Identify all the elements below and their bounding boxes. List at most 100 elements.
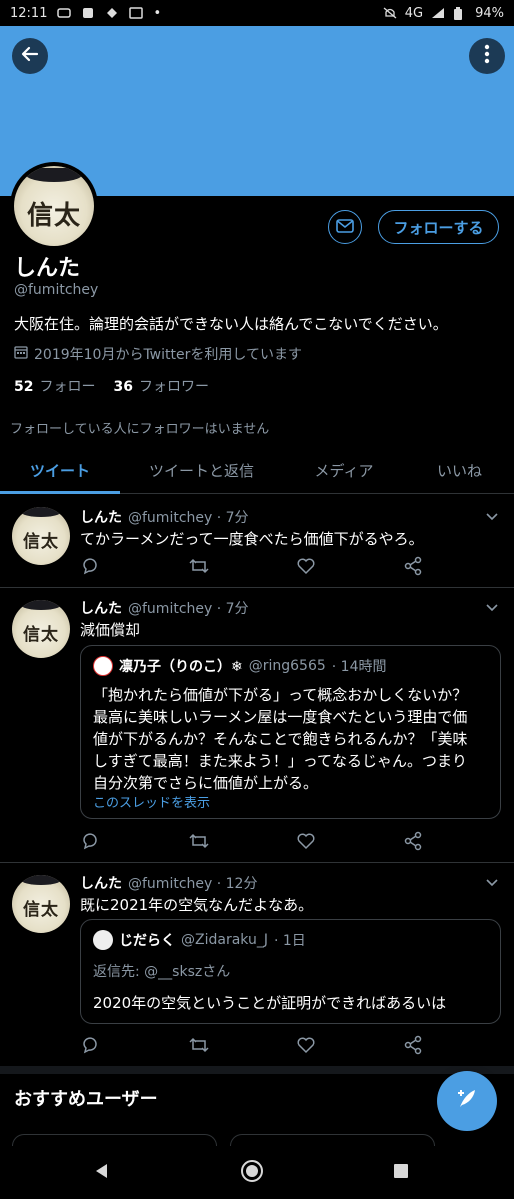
avatar-glyph: 信太 (26, 200, 81, 231)
tab-label: メディア (314, 462, 374, 480)
show-thread-link[interactable]: このスレッドを表示 (93, 792, 210, 811)
compose-icon (454, 1086, 480, 1116)
profile-name: しんた (14, 256, 81, 281)
followers-link[interactable]: 36 フォロワー (113, 376, 208, 396)
tweet-time: · 7分 (216, 510, 249, 526)
tweet[interactable]: 信太 しんた @fumitchey · 12分 既に2021年の空気なんだよなあ。… (0, 863, 514, 1066)
tweet-header: しんた @fumitchey · 12分 (80, 873, 257, 893)
quote-line: しすぎて最高！また来よう！」ってなるじゃん。つまり (93, 752, 467, 770)
tweet-time: · 7分 (216, 601, 249, 617)
quote-line: 「抱かれたら価値が下がる」って概念おかしくないか？ (93, 686, 468, 704)
reply-icon[interactable] (80, 831, 102, 853)
reply-icon[interactable] (80, 556, 102, 578)
notification-icon (105, 7, 119, 19)
nav-home-icon (239, 1158, 265, 1188)
more-vertical-icon (484, 44, 490, 68)
quote-line: 最高に美味しいラーメン屋は一度食べたという理由で価 (93, 708, 468, 726)
followers-label: フォロワー (138, 379, 209, 395)
avatar-glyph: 信太 (23, 899, 59, 920)
tweet-actions (80, 556, 425, 578)
follow-counts: 52 フォロー 36 フォロワー (14, 376, 209, 396)
tweet-text: 既に2021年の空気なんだよなあ。 (80, 896, 314, 914)
tweet-avatar[interactable]: 信太 (12, 600, 70, 658)
tweet-text: てかラーメンだって一度食べたら価値下がるやろ。 (80, 530, 424, 548)
avatar-glyph: 信太 (23, 531, 59, 552)
mail-icon (336, 218, 354, 237)
section-divider (0, 1066, 514, 1074)
follow-button[interactable]: フォローする (378, 210, 499, 244)
reply-to-suffix: さん (202, 964, 231, 980)
profile-handle: @fumitchey (14, 282, 99, 298)
tab-label: いいね (436, 462, 482, 480)
battery-level: 94% (475, 5, 504, 21)
avatar-image: 信太 (14, 166, 94, 246)
nav-recents-icon (393, 1163, 409, 1183)
tweet[interactable]: 信太 しんた @fumitchey · 7分 てかラーメンだって一度食べたら価値下… (0, 495, 514, 588)
followers-you-know-note: フォローしている人にフォロワーはいません (10, 422, 270, 437)
tweet-avatar[interactable]: 信太 (12, 875, 70, 933)
tweet-header: しんた @fumitchey · 7分 (80, 507, 249, 527)
tweet-time: · 12分 (216, 876, 258, 892)
tab-tweets-and-replies[interactable]: ツイートと返信 (120, 448, 283, 493)
notification-icon (129, 7, 144, 19)
tab-media[interactable]: メディア (283, 448, 405, 493)
quote-header: 凛乃子（りのこ）❄ @ring6565 · 14時間 (93, 656, 387, 676)
message-button[interactable] (328, 210, 362, 244)
dot-icon: • (153, 5, 162, 21)
calendar-icon (14, 345, 28, 363)
profile-tabs: ツイート ツイートと返信 メディア いいね (0, 448, 514, 494)
tweet-author-handle: @fumitchey (128, 876, 213, 892)
compose-tweet-button[interactable] (437, 1071, 497, 1131)
chevron-down-icon[interactable] (484, 875, 500, 891)
quote-time: · 1日 (273, 933, 306, 949)
share-icon[interactable] (403, 1035, 425, 1057)
nav-back-button[interactable] (86, 1158, 116, 1188)
like-icon[interactable] (296, 556, 318, 578)
mute-icon (383, 7, 397, 19)
joined-text: 2019年10月からTwitterを利用しています (34, 347, 302, 363)
quoted-tweet[interactable]: 凛乃子（りのこ）❄ @ring6565 · 14時間 「抱かれたら価値が下がる」… (80, 645, 501, 819)
like-icon[interactable] (296, 831, 318, 853)
profile-avatar[interactable]: 信太 (10, 162, 98, 250)
status-bar: 12:11 • 4G 94% (0, 0, 514, 26)
share-icon[interactable] (403, 831, 425, 853)
tweet-header: しんた @fumitchey · 7分 (80, 598, 249, 618)
share-icon[interactable] (403, 556, 425, 578)
avatar-glyph: 信太 (23, 624, 59, 645)
like-icon[interactable] (296, 1035, 318, 1057)
tab-tweets[interactable]: ツイート (0, 448, 120, 494)
signal-icon (431, 7, 445, 19)
tweet[interactable]: 信太 しんた @fumitchey · 7分 減価償却 凛乃子（りのこ）❄ @ri… (0, 588, 514, 863)
followers-count: 36 (113, 379, 133, 395)
nav-home-button[interactable] (237, 1158, 267, 1188)
following-link[interactable]: 52 フォロー (14, 376, 95, 396)
nav-back-icon (93, 1162, 109, 1184)
reply-icon[interactable] (80, 1035, 102, 1057)
chevron-down-icon[interactable] (484, 509, 500, 525)
more-options-button[interactable] (469, 38, 505, 74)
retweet-icon[interactable] (188, 556, 210, 578)
tab-likes[interactable]: いいね (405, 448, 514, 493)
retweet-icon[interactable] (188, 1035, 210, 1057)
quote-avatar (93, 656, 113, 676)
quote-avatar (93, 930, 113, 950)
quoted-tweet[interactable]: じだらく @Zidaraku_J · 1日 返信先: @__skszさん 202… (80, 919, 501, 1024)
tweet-avatar[interactable]: 信太 (12, 507, 70, 565)
back-button[interactable] (12, 38, 48, 74)
following-count: 52 (14, 379, 34, 395)
following-label: フォロー (39, 379, 96, 395)
battery-icon (453, 7, 467, 20)
network-label: 4G (404, 5, 424, 21)
tweet-text: 減価償却 (80, 621, 141, 639)
retweet-icon[interactable] (188, 831, 210, 853)
nav-recents-button[interactable] (386, 1158, 416, 1188)
system-nav-bar (0, 1146, 514, 1199)
quote-line: 自分次第でさらに価値が上がる。 (93, 774, 319, 792)
quote-text: 「抱かれたら価値が下がる」って概念おかしくないか？ 最高に美味しいラーメン屋は一… (93, 684, 488, 794)
tweet-author-name: しんた (80, 876, 122, 892)
status-time: 12:11 (10, 5, 48, 21)
chevron-down-icon[interactable] (484, 600, 500, 616)
suggested-users-title: おすすめユーザー (14, 1089, 158, 1110)
tab-label: ツイート (29, 462, 90, 480)
tweet-author-name: しんた (80, 601, 122, 617)
